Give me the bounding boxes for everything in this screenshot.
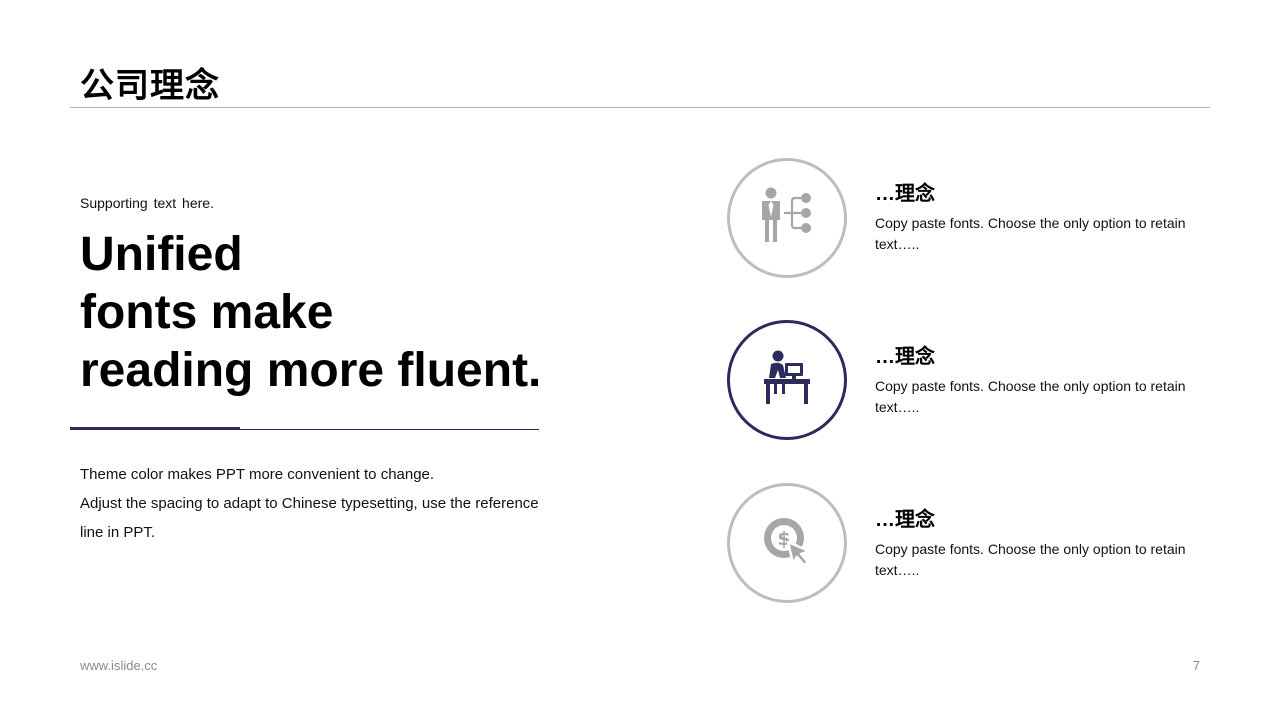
body-line-3: line in PPT. bbox=[80, 524, 156, 541]
item-3-circle: $ bbox=[727, 483, 847, 603]
footer-url: www.islide.cc bbox=[80, 658, 158, 673]
item-2-title: …理念 bbox=[875, 346, 935, 368]
person-at-desk-icon bbox=[762, 350, 812, 411]
body-line-1: Theme color makes PPT more convenient to… bbox=[80, 466, 435, 483]
item-1-circle bbox=[727, 158, 847, 278]
flowchart-person-icon bbox=[759, 186, 815, 251]
supporting-text: Supporting text here. bbox=[80, 195, 214, 211]
page-title: 公司理念 bbox=[80, 67, 220, 105]
headline-line-1: Unified bbox=[80, 228, 243, 281]
body-line-2: Adjust the spacing to adapt to Chinese t… bbox=[80, 495, 539, 512]
slide: 公司理念 Supporting text here. Unified fonts… bbox=[0, 0, 1280, 720]
item-1-text: Copy paste fonts. Choose the only option… bbox=[875, 215, 1186, 252]
headline: Unified fonts make reading more fluent. bbox=[80, 226, 640, 400]
headline-line-3: reading more fluent. bbox=[80, 344, 542, 397]
item-3-title: …理念 bbox=[875, 509, 935, 531]
headline-line-2: fonts make bbox=[80, 286, 334, 339]
item-1-title: …理念 bbox=[875, 183, 935, 205]
item-2-circle bbox=[727, 320, 847, 440]
item-3-text: Copy paste fonts. Choose the only option… bbox=[875, 541, 1186, 578]
page-number: 7 bbox=[1192, 658, 1200, 673]
dollar-click-icon: $ bbox=[759, 513, 815, 574]
title-divider bbox=[70, 107, 1210, 108]
item-2-text: Copy paste fonts. Choose the only option… bbox=[875, 378, 1186, 415]
headline-divider-accent bbox=[70, 427, 240, 430]
body-text: Theme color makes PPT more convenient to… bbox=[80, 460, 580, 547]
